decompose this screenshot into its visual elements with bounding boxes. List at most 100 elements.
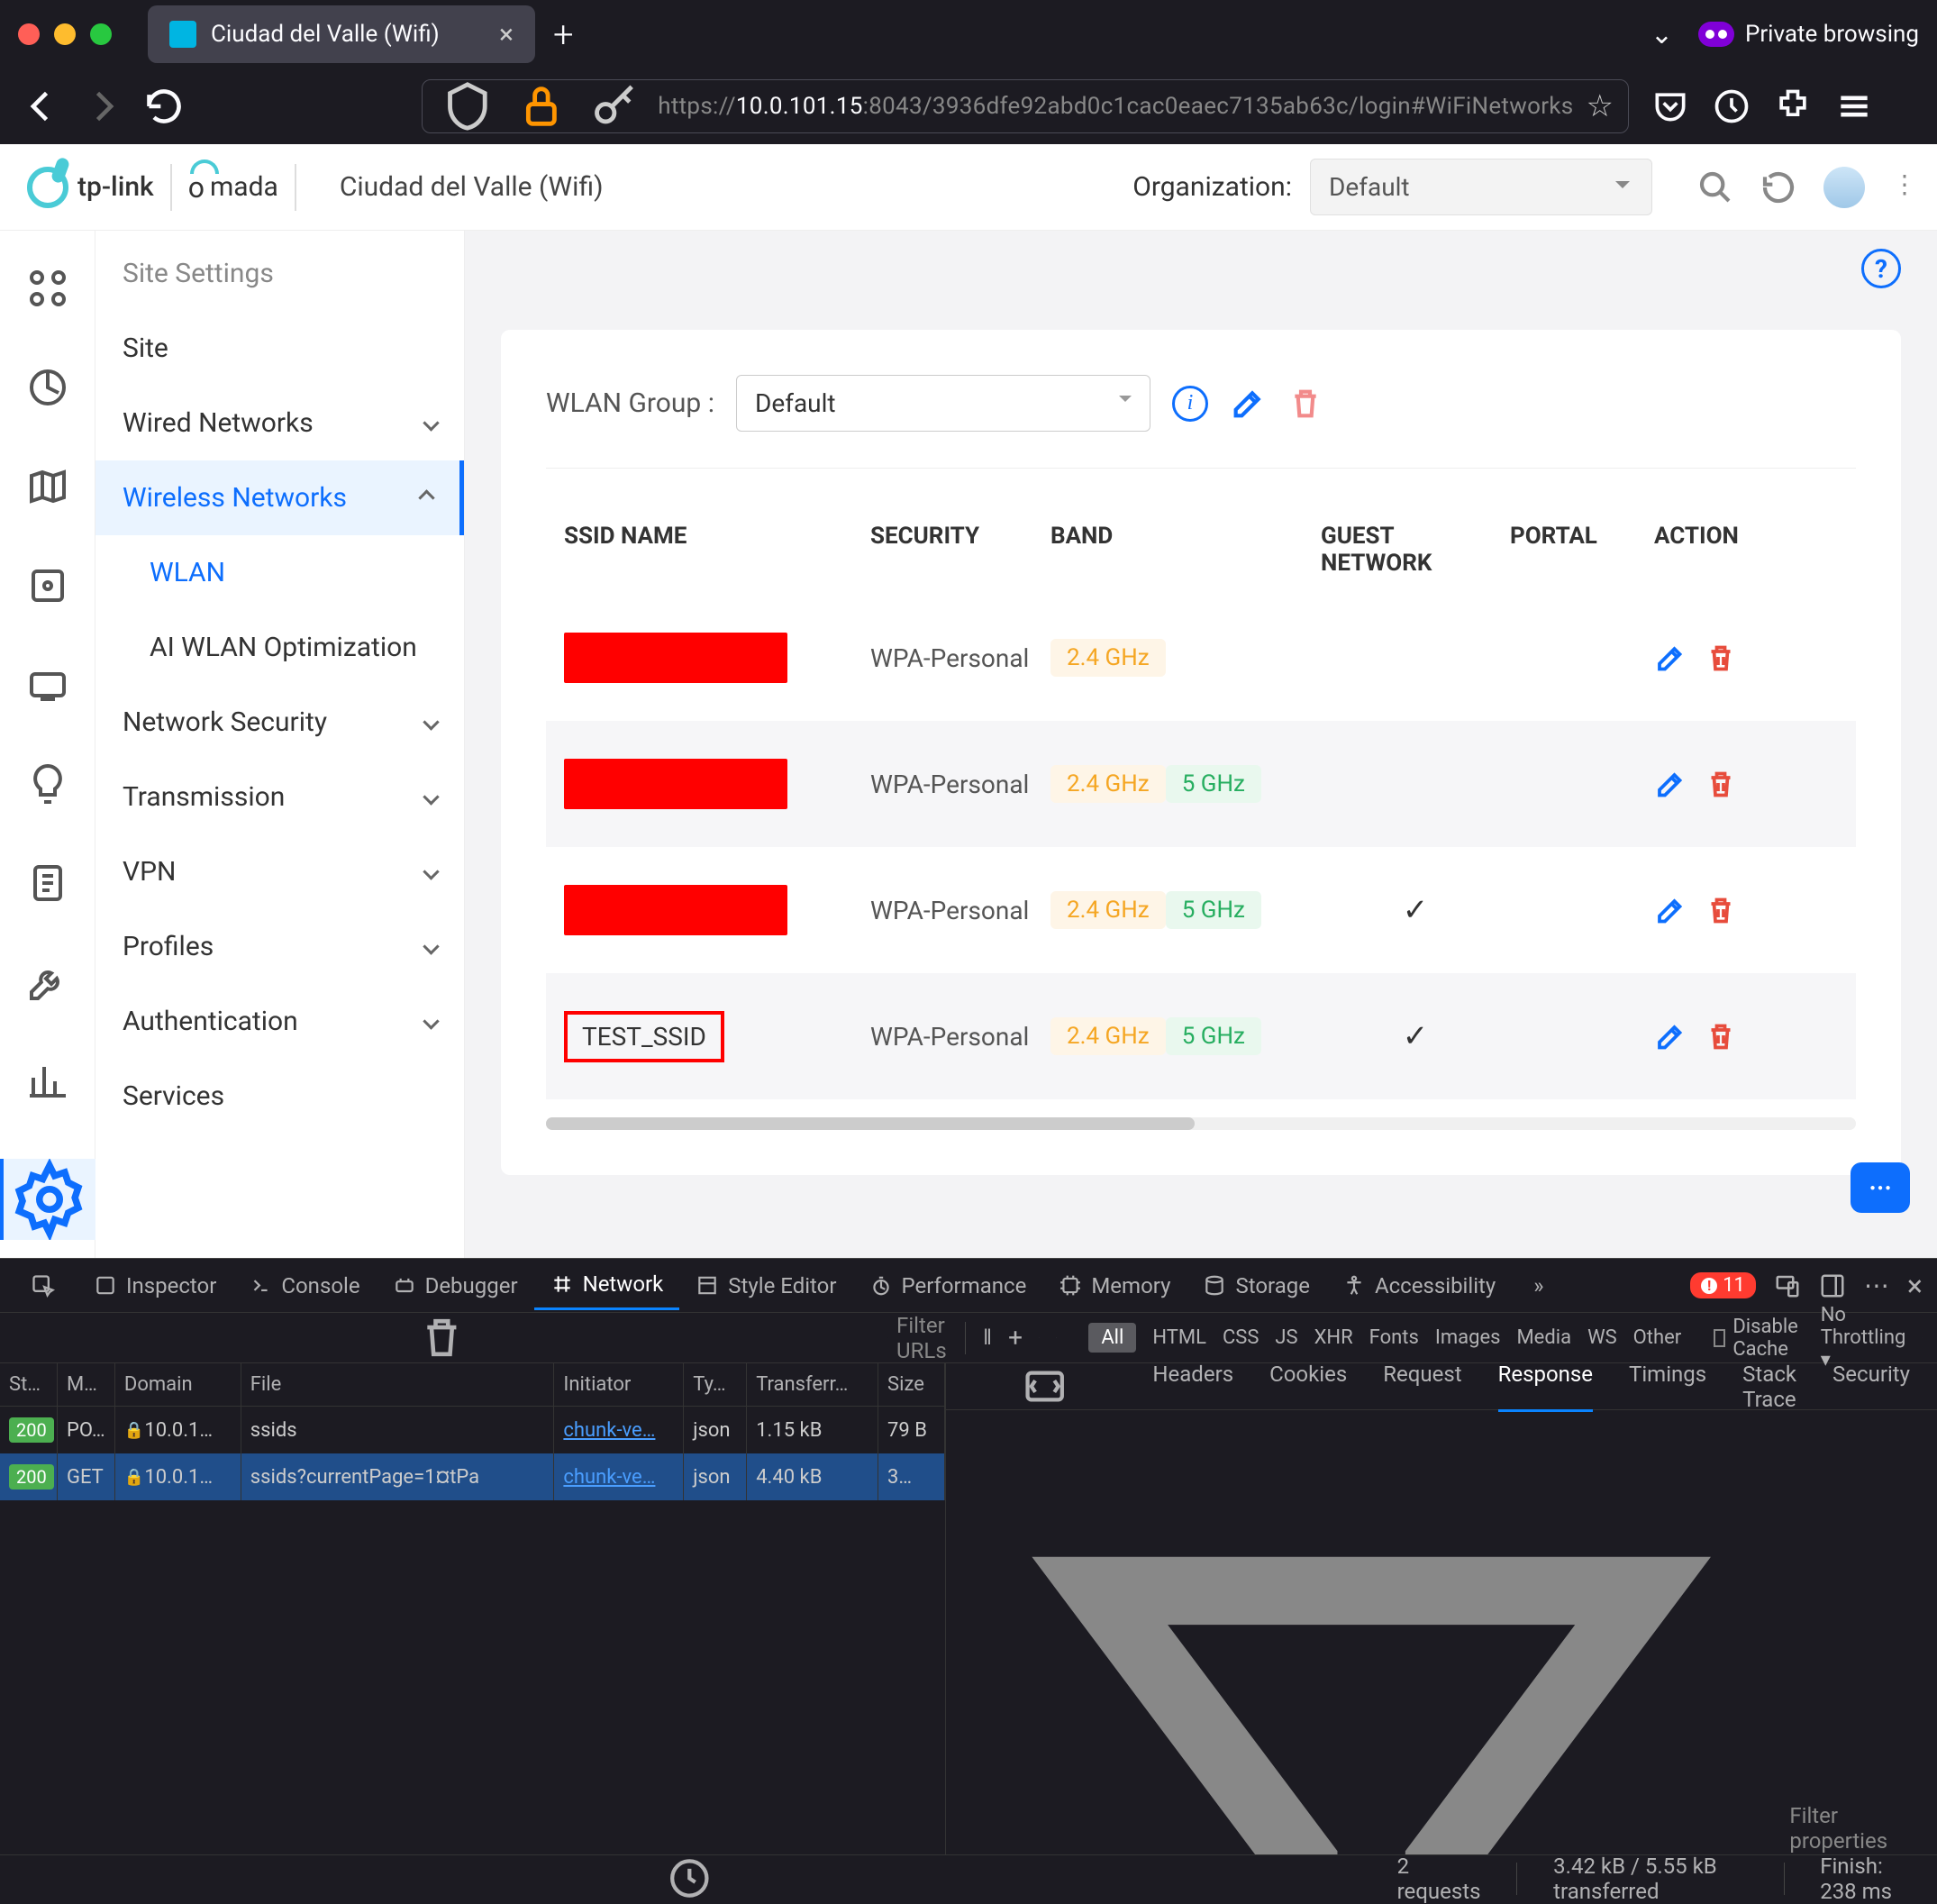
element-picker-icon[interactable] bbox=[14, 1262, 72, 1309]
clients-icon[interactable] bbox=[26, 663, 69, 706]
detail-tab-headers[interactable]: Headers bbox=[1152, 1363, 1233, 1412]
delete-ssid-icon[interactable] bbox=[1705, 891, 1737, 930]
devtools-tab-performance[interactable]: Performance bbox=[853, 1261, 1043, 1310]
sidebar-item-services[interactable]: Services bbox=[95, 1059, 464, 1134]
edit-group-icon[interactable] bbox=[1230, 386, 1266, 422]
sidebar-item-vpn[interactable]: VPN bbox=[95, 834, 464, 909]
dashboard-icon[interactable] bbox=[26, 267, 69, 310]
error-badge[interactable]: !11 bbox=[1690, 1272, 1756, 1298]
devtools-tab-accessibility[interactable]: Accessibility bbox=[1326, 1261, 1512, 1310]
sidebar-item-wireless[interactable]: Wireless Networks bbox=[95, 460, 464, 535]
chevron-down-icon[interactable]: ⌄ bbox=[1651, 19, 1673, 50]
devices-icon[interactable] bbox=[26, 564, 69, 607]
devtools-tab-console[interactable]: Console bbox=[232, 1261, 376, 1310]
maximize-window[interactable] bbox=[90, 23, 112, 45]
edit-ssid-icon[interactable] bbox=[1654, 1017, 1687, 1056]
pause-icon[interactable]: ‖ bbox=[983, 1325, 992, 1351]
sidebar-item-wlan[interactable]: WLAN bbox=[95, 535, 464, 610]
type-filter-fonts[interactable]: Fonts bbox=[1369, 1326, 1419, 1349]
sidebar-item-security[interactable]: Network Security bbox=[95, 685, 464, 760]
map-icon[interactable] bbox=[26, 465, 69, 508]
devtools-close-icon[interactable]: × bbox=[1907, 1269, 1923, 1303]
sidebar-item-site[interactable]: Site bbox=[95, 311, 464, 386]
close-tab-icon[interactable]: × bbox=[499, 19, 514, 50]
sidebar-item-wired[interactable]: Wired Networks bbox=[95, 386, 464, 460]
delete-ssid-icon[interactable] bbox=[1705, 1017, 1737, 1056]
block-icon[interactable] bbox=[1056, 1337, 1057, 1338]
reports-icon[interactable] bbox=[26, 1060, 69, 1103]
filter-urls-input[interactable]: Filter URLs bbox=[887, 1313, 947, 1363]
info-icon[interactable]: i bbox=[1172, 386, 1208, 422]
clear-icon[interactable] bbox=[14, 1313, 869, 1362]
type-filter-all[interactable]: All bbox=[1088, 1323, 1136, 1353]
detail-tab-request[interactable]: Request bbox=[1383, 1363, 1461, 1412]
devtools-tab-debugger[interactable]: Debugger bbox=[377, 1261, 534, 1310]
delete-ssid-icon[interactable] bbox=[1705, 765, 1737, 804]
browser-tab[interactable]: Ciudad del Valle (Wifi) × bbox=[148, 5, 535, 63]
logs-icon[interactable] bbox=[26, 861, 69, 905]
type-filter-css[interactable]: CSS bbox=[1223, 1326, 1259, 1349]
chat-bubble-icon[interactable]: ● ● ● bbox=[1851, 1162, 1910, 1213]
devtools-tab-inspector[interactable]: Inspector bbox=[77, 1261, 232, 1310]
insights-icon[interactable] bbox=[26, 762, 69, 806]
devtools-tab-network[interactable]: Network bbox=[534, 1261, 680, 1310]
menu-icon[interactable] bbox=[1834, 87, 1874, 126]
new-tab-button[interactable]: + bbox=[553, 14, 574, 56]
sidebar-item-profiles[interactable]: Profiles bbox=[95, 909, 464, 984]
clock-icon[interactable] bbox=[1712, 87, 1751, 126]
forward-button[interactable] bbox=[83, 87, 123, 126]
type-filter-xhr[interactable]: XHR bbox=[1314, 1326, 1353, 1349]
more-icon[interactable]: ⋮ bbox=[1892, 169, 1910, 205]
detail-tab-response[interactable]: Response bbox=[1498, 1363, 1593, 1412]
search-icon[interactable] bbox=[1697, 169, 1733, 205]
request-row[interactable]: 200PO…🔒 10.0.1…ssidschunk-ve…json1.15 kB… bbox=[0, 1407, 945, 1453]
settings-icon[interactable] bbox=[0, 1159, 95, 1240]
settings-gear-icon[interactable] bbox=[1922, 1337, 1923, 1338]
filter-properties-input[interactable]: Filter properties bbox=[946, 1410, 1937, 1854]
type-filter-ws[interactable]: WS bbox=[1587, 1326, 1617, 1349]
refresh-icon[interactable] bbox=[1760, 169, 1796, 205]
devtools-tab-memory[interactable]: Memory bbox=[1042, 1261, 1187, 1310]
detail-tab-timings[interactable]: Timings bbox=[1629, 1363, 1706, 1412]
wlan-group-select[interactable]: Default bbox=[736, 375, 1150, 432]
devtools-tab-style-editor[interactable]: Style Editor bbox=[679, 1261, 852, 1310]
devtools-tab-storage[interactable]: Storage bbox=[1187, 1261, 1325, 1310]
reload-button[interactable] bbox=[144, 87, 184, 126]
bookmark-star-icon[interactable]: ☆ bbox=[1587, 88, 1614, 124]
org-select[interactable]: Default bbox=[1310, 159, 1652, 215]
type-filter-media[interactable]: Media bbox=[1516, 1326, 1571, 1349]
type-filter-js[interactable]: JS bbox=[1275, 1326, 1297, 1349]
edit-ssid-icon[interactable] bbox=[1654, 765, 1687, 804]
back-button[interactable] bbox=[22, 87, 61, 126]
sidebar-item-ai-wlan[interactable]: AI WLAN Optimization bbox=[95, 610, 464, 685]
plus-icon[interactable]: + bbox=[1008, 1323, 1023, 1353]
edit-ssid-icon[interactable] bbox=[1654, 639, 1687, 678]
pocket-icon[interactable] bbox=[1651, 87, 1690, 126]
horizontal-scrollbar[interactable] bbox=[546, 1117, 1856, 1130]
detail-tab-cookies[interactable]: Cookies bbox=[1269, 1363, 1347, 1412]
search-icon[interactable] bbox=[1039, 1337, 1040, 1338]
url-bar[interactable]: https://10.0.101.15:8043/3936dfe92abd0c1… bbox=[422, 79, 1629, 133]
detail-tab-security[interactable]: Security bbox=[1832, 1363, 1910, 1412]
help-icon[interactable]: ? bbox=[1861, 249, 1901, 288]
edit-ssid-icon[interactable] bbox=[1654, 891, 1687, 930]
toggle-raw-icon[interactable] bbox=[973, 1363, 1116, 1409]
disable-cache-checkbox[interactable]: Disable Cache bbox=[1714, 1316, 1804, 1361]
dock-icon[interactable] bbox=[1819, 1272, 1846, 1299]
throttling-select[interactable]: No Throttling ▾ bbox=[1821, 1304, 1906, 1371]
responsive-icon[interactable] bbox=[1774, 1272, 1801, 1299]
extensions-icon[interactable] bbox=[1773, 87, 1813, 126]
detail-tab-stack-trace[interactable]: Stack Trace bbox=[1742, 1363, 1796, 1412]
more-tabs-icon[interactable]: » bbox=[1517, 1262, 1560, 1309]
sidebar-item-auth[interactable]: Authentication bbox=[95, 984, 464, 1059]
type-filter-images[interactable]: Images bbox=[1435, 1326, 1501, 1349]
delete-group-icon[interactable] bbox=[1287, 386, 1323, 422]
type-filter-html[interactable]: HTML bbox=[1152, 1326, 1206, 1349]
type-filter-other[interactable]: Other bbox=[1633, 1326, 1682, 1349]
request-row[interactable]: 200GET🔒 10.0.1…ssids?currentPage=1¤tPach… bbox=[0, 1453, 945, 1500]
minimize-window[interactable] bbox=[54, 23, 76, 45]
close-window[interactable] bbox=[18, 23, 40, 45]
avatar[interactable] bbox=[1823, 167, 1865, 208]
sidebar-item-transmission[interactable]: Transmission bbox=[95, 760, 464, 834]
delete-ssid-icon[interactable] bbox=[1705, 639, 1737, 678]
